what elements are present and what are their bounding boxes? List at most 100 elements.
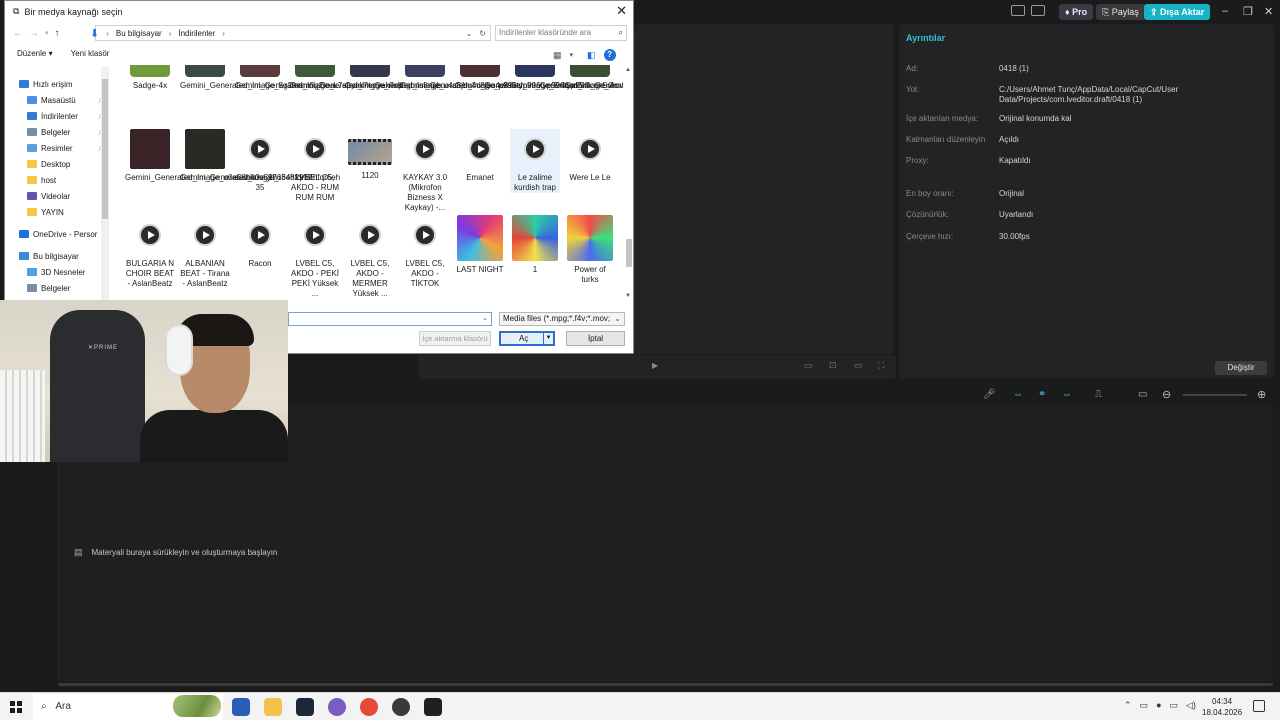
file-item[interactable]: Gemini_Generated_Image_p996typ996typ996t… bbox=[400, 65, 589, 91]
tree-item[interactable]: Resimler📌︎ bbox=[19, 140, 105, 156]
address-dropdown-icon[interactable]: ⌄ bbox=[466, 29, 473, 38]
file-item[interactable]: LVBEL C5, AKDO - PEKİ PEKİ Yüksek ... bbox=[290, 215, 340, 299]
back-icon[interactable]: ← bbox=[13, 28, 23, 39]
app-icon[interactable] bbox=[232, 698, 250, 716]
pro-button[interactable]: ♦ Pro bbox=[1059, 4, 1094, 20]
microphone-icon[interactable]: ● bbox=[1156, 700, 1161, 711]
file-item[interactable]: Gemini_Generated_Image_r6ehfqr6ehfqr6eh bbox=[180, 129, 340, 183]
preview-axis-icon[interactable]: ⇔ bbox=[1062, 389, 1072, 400]
volume-icon[interactable]: ◁) bbox=[1186, 700, 1196, 711]
file-item[interactable]: Gemini_Generated_Image_o0e58ho0e58h... bbox=[125, 129, 284, 183]
restore-icon[interactable]: ❐ bbox=[1243, 5, 1253, 18]
file-item[interactable]: LVBEL C5, AKDO - MERMER Yüksek ... bbox=[345, 215, 395, 299]
file-item[interactable]: KAYKAY 3.0 (Mikrofon Bizness X Kaykay) -… bbox=[400, 129, 450, 213]
nav-scroll-thumb[interactable] bbox=[102, 79, 108, 219]
file-item[interactable]: Racon bbox=[235, 215, 285, 269]
layout-icon[interactable] bbox=[1011, 5, 1025, 16]
tree-item[interactable]: OneDrive - Persor bbox=[19, 226, 105, 242]
search-icon[interactable]: ⌕ bbox=[619, 26, 623, 40]
scroll-up-icon[interactable]: ▲ bbox=[625, 67, 631, 73]
fit-icon[interactable]: ▭ bbox=[804, 360, 813, 371]
timeline-scrollbar[interactable] bbox=[58, 683, 1273, 686]
file-item[interactable]: Sadge-4x bbox=[125, 65, 175, 91]
nav-scrollbar[interactable] bbox=[101, 67, 109, 302]
file-item[interactable]: LVBEL C5, AKDO - TİKTOK bbox=[400, 215, 450, 289]
open-split-dropdown-icon[interactable]: ▼ bbox=[543, 333, 553, 344]
search-box[interactable]: İndirilenler klasöründe ara ⌕ bbox=[495, 25, 627, 41]
clock[interactable]: 04:34 18.04.2026 bbox=[1202, 696, 1242, 718]
microphone-icon[interactable]: 🎤︎ bbox=[983, 389, 996, 400]
search-input[interactable]: İndirilenler klasöründe ara bbox=[499, 28, 591, 37]
crop-icon[interactable]: ⊡ bbox=[829, 360, 837, 371]
tree-item[interactable]: YAYIN bbox=[19, 204, 105, 220]
tree-item[interactable]: Hızlı erişim bbox=[19, 76, 105, 92]
tree-item[interactable]: host bbox=[19, 172, 105, 188]
ratio-icon[interactable]: ▭ bbox=[854, 360, 863, 371]
files-scrollbar[interactable]: ▲ ▼ bbox=[625, 67, 633, 302]
file-item[interactable]: LAST NIGHT bbox=[455, 215, 505, 275]
layout-icons[interactable] bbox=[1011, 5, 1045, 16]
capcut-icon[interactable] bbox=[424, 698, 442, 716]
breadcrumb-this-pc[interactable]: Bu bilgisayar bbox=[116, 29, 162, 38]
file-type-dropdown-icon[interactable]: ⌄ bbox=[614, 313, 621, 325]
chrome-icon[interactable] bbox=[360, 698, 378, 716]
network-icon[interactable]: ▭ bbox=[1170, 700, 1179, 711]
file-type-select[interactable]: Media files (*.mpg;*.f4v;*.mov; ⌄ bbox=[499, 312, 625, 326]
file-item[interactable]: Emanet bbox=[455, 129, 505, 183]
file-name-input[interactable]: ⌄ bbox=[288, 312, 492, 326]
help-icon[interactable]: ? bbox=[603, 49, 616, 61]
split-icon[interactable]: ⎍ bbox=[1095, 389, 1102, 400]
view-mode-icon[interactable]: ▦ bbox=[553, 50, 562, 61]
file-item[interactable]: Le zalime kurdish trap bbox=[510, 129, 560, 193]
play-icon[interactable]: ▶ bbox=[652, 361, 658, 370]
zoom-slider[interactable] bbox=[1183, 394, 1247, 396]
file-item[interactable]: ALBANIAN BEAT - Tirana - AslanBeatz bbox=[180, 215, 230, 289]
shortcuts-icon[interactable] bbox=[1031, 5, 1045, 16]
file-item[interactable]: BULGARIA N CHOIR BEAT - AslanBeatz bbox=[125, 215, 175, 289]
file-item[interactable]: Were Le Le bbox=[565, 129, 615, 183]
obs-icon[interactable] bbox=[392, 698, 410, 716]
file-item[interactable]: Gemini_Generated_Image_ns8ngbns8ngb... bbox=[290, 65, 448, 91]
forward-icon[interactable]: → bbox=[29, 28, 39, 39]
link-icon[interactable]: ⚭ bbox=[1038, 389, 1046, 400]
tree-item[interactable]: 3D Nesneler bbox=[19, 264, 105, 280]
files-scroll-thumb[interactable] bbox=[626, 239, 632, 267]
organize-button[interactable]: Düzenle ▾ bbox=[17, 49, 53, 58]
view-dropdown-icon[interactable]: ▾ bbox=[570, 51, 574, 59]
tree-item[interactable]: Desktop bbox=[19, 156, 105, 172]
minimize-icon[interactable]: – bbox=[1222, 5, 1228, 17]
close-app-icon[interactable]: ✕ bbox=[1264, 5, 1273, 18]
export-button[interactable]: ⇪ Dışa Aktar bbox=[1144, 4, 1211, 20]
file-item[interactable]: 1120 bbox=[345, 129, 395, 181]
file-item[interactable]: Gemini_Generated_Image_5r4con5r4con5r4c bbox=[455, 65, 618, 91]
open-button[interactable]: Aç ▼ bbox=[499, 331, 555, 346]
file-name-dropdown-icon[interactable]: ⌄ bbox=[482, 314, 488, 322]
tree-item[interactable]: Videolar bbox=[19, 188, 105, 204]
tree-item[interactable]: Belgeler bbox=[19, 280, 105, 296]
file-item[interactable]: Gemini_Generated_Image_k7epyak7epyak7ep bbox=[235, 65, 403, 91]
address-bar[interactable]: ⬇ › Bu bilgisayar › İndirilenler › ⌄ ↻ bbox=[90, 25, 491, 41]
refresh-icon[interactable]: ↻ bbox=[479, 29, 490, 38]
new-folder-button[interactable]: Yeni klasör bbox=[71, 49, 110, 58]
file-item[interactable]: 1 bbox=[510, 215, 560, 275]
tree-item[interactable]: İndirilenler📌︎ bbox=[19, 108, 105, 124]
tree-item[interactable]: Masaüstü📌︎ bbox=[19, 92, 105, 108]
scroll-down-icon[interactable]: ▼ bbox=[625, 293, 631, 299]
file-item[interactable]: Gemini_Generated_Image_2ojanh2ojanh2oja bbox=[565, 65, 623, 91]
share-button[interactable]: ⎘ Paylaş bbox=[1096, 4, 1145, 20]
file-item[interactable]: Gemini_Generated_Image_2mwtx02mwtx0... bbox=[510, 65, 623, 91]
chevron-up-icon[interactable]: ⌃ bbox=[1124, 700, 1132, 711]
file-item[interactable]: ssstik.io_1763482912 35 bbox=[235, 129, 312, 193]
up-icon[interactable]: ↑ bbox=[55, 28, 60, 39]
zoom-out-icon[interactable]: ⊖ bbox=[1162, 388, 1171, 401]
battery-icon[interactable]: ▭ bbox=[1140, 700, 1149, 711]
change-button[interactable]: Değiştir bbox=[1215, 361, 1267, 375]
fullscreen-icon[interactable]: ⛶ bbox=[878, 360, 884, 371]
tree-item[interactable]: Bu bilgisayar bbox=[19, 248, 105, 264]
caption-icon[interactable]: ▭ bbox=[1138, 389, 1147, 400]
import-folder-button[interactable]: İçe aktarma klasörü bbox=[419, 331, 491, 346]
start-icon[interactable] bbox=[10, 701, 22, 713]
file-item[interactable]: Gemini_Generated_Image_u4c8jbu4c8jbu4c8 bbox=[345, 65, 508, 91]
close-icon[interactable]: ✕ bbox=[616, 3, 627, 19]
discord-icon[interactable] bbox=[328, 698, 346, 716]
